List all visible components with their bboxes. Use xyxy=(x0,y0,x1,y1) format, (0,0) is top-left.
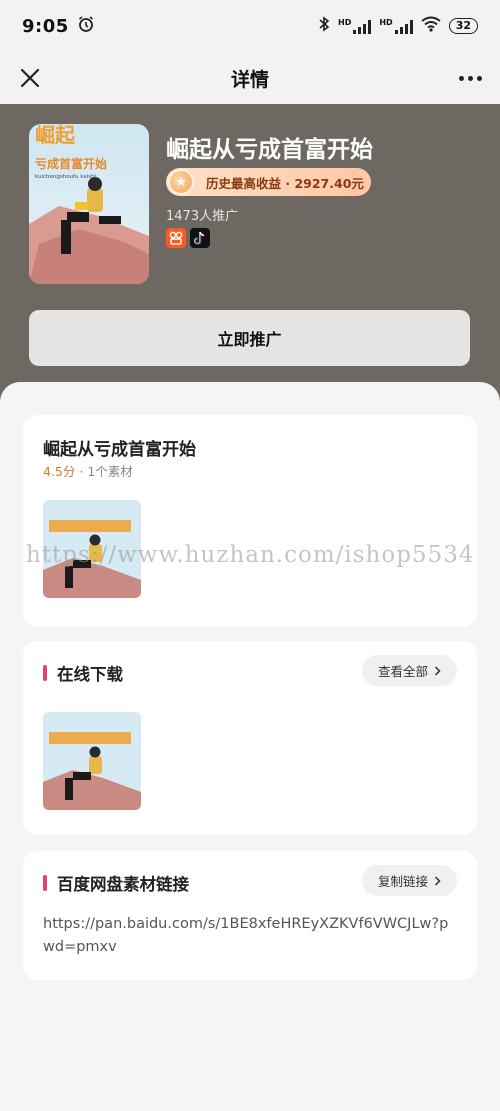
watermark-text: https://www.huzhan.com/ishop5534 xyxy=(26,542,475,568)
earnings-badge: ★ 历史最高收益 · 2927.40元 xyxy=(166,168,371,196)
chevron-right-icon xyxy=(434,665,441,676)
cover-text-pinyin: kuichengshoufu kaishi xyxy=(35,174,97,180)
close-icon xyxy=(20,68,40,88)
alarm-icon xyxy=(77,15,95,37)
more-icon xyxy=(458,75,464,81)
nav-bar: 详情 xyxy=(0,52,500,104)
page-title: 详情 xyxy=(230,68,269,91)
section-header: 在线下载 xyxy=(43,661,123,685)
douyin-icon xyxy=(190,228,210,248)
detail-meta: 4.5分 · 1个素材 xyxy=(43,461,133,480)
promote-now-button[interactable]: 立即推广 xyxy=(29,310,470,366)
hero-section: 崛起 亏成首富开始 kuichengshoufu kaishi 崛起从亏成首富开… xyxy=(0,104,500,414)
drama-detail-card: 崛起从亏成首富开始 4.5分 · 1个素材 xyxy=(23,415,477,627)
section-accent-bar xyxy=(43,875,47,891)
detail-title: 崛起从亏成首富开始 xyxy=(43,440,196,460)
status-bar: 9:05 HD HD 32 xyxy=(0,0,500,52)
earnings-label: 历史最高收益 · 2927.40元 xyxy=(206,175,364,191)
copy-link-button[interactable]: 复制链接 xyxy=(361,865,457,896)
network-type-label-2: HD xyxy=(379,18,393,27)
view-all-button[interactable]: 查看全部 xyxy=(361,655,457,686)
view-all-label: 查看全部 xyxy=(377,664,428,679)
close-button[interactable] xyxy=(14,62,46,94)
cover-image[interactable]: 崛起 亏成首富开始 kuichengshoufu kaishi xyxy=(29,124,149,284)
promoter-count: 1473人推广 xyxy=(166,209,239,224)
status-right: HD HD 32 xyxy=(318,16,478,36)
section-accent-bar xyxy=(43,665,47,681)
bluetooth-icon xyxy=(318,16,330,36)
download-thumbnail[interactable] xyxy=(43,712,141,810)
cover-text-main: 亏成首富开始 xyxy=(35,156,107,171)
section-title-download: 在线下载 xyxy=(57,665,123,684)
chevron-right-icon xyxy=(434,875,441,886)
material-count: 1个素材 xyxy=(87,464,133,479)
network-type-label: HD xyxy=(338,18,352,27)
signal-icon-2: HD xyxy=(379,18,413,34)
section-title-baidu: 百度网盘素材链接 xyxy=(57,875,189,894)
section-header: 百度网盘素材链接 xyxy=(43,871,189,895)
wifi-icon xyxy=(421,16,441,36)
online-download-card: 在线下载 查看全部 xyxy=(23,641,477,835)
battery-indicator: 32 xyxy=(448,18,478,34)
coin-icon: ★ xyxy=(168,169,194,195)
more-button[interactable] xyxy=(454,62,486,94)
baidu-link-text[interactable]: https://pan.baidu.com/s/1BE8xfeHREyXZKVf… xyxy=(43,913,453,959)
baidu-link-card: 百度网盘素材链接 复制链接 https://pan.baidu.com/s/1B… xyxy=(23,851,477,980)
copy-link-label: 复制链接 xyxy=(377,874,428,889)
rating-score: 4.5分 xyxy=(43,464,76,479)
signal-icon: HD xyxy=(338,18,372,34)
drama-title: 崛起从亏成首富开始 xyxy=(166,137,373,163)
status-time: 9:05 xyxy=(22,15,69,37)
kuaishou-icon xyxy=(166,228,186,248)
cover-text-top: 崛起 xyxy=(35,124,76,147)
